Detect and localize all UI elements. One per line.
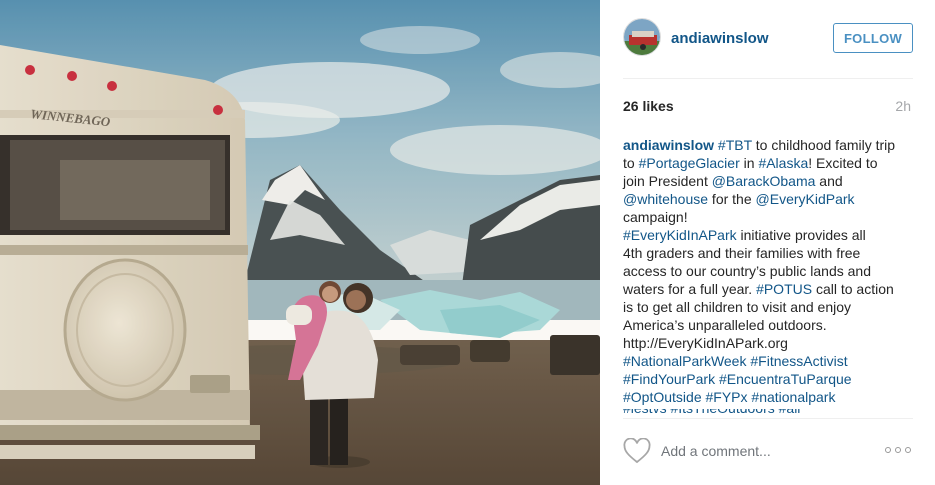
post-header: andiawinslow FOLLOW bbox=[623, 18, 913, 60]
mention-link[interactable]: @EveryKidPark bbox=[756, 191, 855, 207]
caption-line: America’s unparalleled outdoors. bbox=[623, 316, 915, 334]
header-divider bbox=[623, 78, 913, 79]
mention-link[interactable]: @BarackObama bbox=[712, 173, 816, 189]
caption-cut-text: #lestvs #ItsTheOutdoors #all bbox=[623, 409, 888, 417]
post-meta: 26 likes 2h bbox=[623, 98, 913, 116]
hashtag-link[interactable]: #nationalpark bbox=[751, 389, 835, 405]
hashtag-link[interactable]: #FindYourPark bbox=[623, 371, 715, 387]
caption-line: 4th graders and their families with free bbox=[623, 244, 915, 262]
follow-button[interactable]: FOLLOW bbox=[833, 23, 913, 53]
post-photo[interactable]: WINNEBAGO bbox=[0, 0, 600, 485]
caption-cut-line: #lestvs #ItsTheOutdoors #all bbox=[623, 409, 888, 417]
post-details-panel: andiawinslow FOLLOW 26 likes 2h andiawin… bbox=[600, 0, 935, 485]
caption-text: access to our country’s public lands and bbox=[623, 263, 871, 279]
caption-line: #EveryKidInAPark initiative provides all bbox=[623, 226, 915, 244]
post-caption: andiawinslow #TBT to childhood family tr… bbox=[623, 136, 915, 406]
more-options-icon[interactable] bbox=[885, 442, 911, 458]
hashtag-link[interactable]: #TBT bbox=[718, 137, 752, 153]
hashtag-link[interactable]: #POTUS bbox=[756, 281, 812, 297]
caption-line: is to get all children to visit and enjo… bbox=[623, 298, 915, 316]
caption-text: is to get all children to visit and enjo… bbox=[623, 299, 852, 315]
avatar[interactable] bbox=[623, 18, 661, 56]
heart-outline-icon[interactable] bbox=[623, 438, 651, 464]
comment-bar bbox=[623, 436, 913, 466]
avatar-image bbox=[624, 19, 660, 55]
caption-text: join President bbox=[623, 173, 712, 189]
username-link[interactable]: andiawinslow bbox=[671, 30, 769, 47]
caption-line: andiawinslow #TBT to childhood family tr… bbox=[623, 136, 915, 154]
caption-line: join President @BarackObama and bbox=[623, 172, 915, 190]
post-image: WINNEBAGO bbox=[0, 0, 600, 485]
caption-line: access to our country’s public lands and bbox=[623, 262, 915, 280]
caption-text: for the bbox=[708, 191, 756, 207]
hashtag-link[interactable]: #FYPx bbox=[706, 389, 748, 405]
caption-text: ! Excited to bbox=[808, 155, 878, 171]
caption-line: http://EveryKidInAPark.org bbox=[623, 334, 915, 352]
caption-text: to bbox=[623, 155, 639, 171]
caption-text: America’s unparalleled outdoors. bbox=[623, 317, 827, 333]
caption-line: waters for a full year. #POTUS call to a… bbox=[623, 280, 915, 298]
caption-text: initiative provides all bbox=[736, 227, 866, 243]
hashtag-link[interactable]: #EncuentraTuParque bbox=[719, 371, 852, 387]
hashtag-link[interactable]: #EveryKidInAPark bbox=[623, 227, 737, 243]
mention-link[interactable]: @whitehouse bbox=[623, 191, 708, 207]
caption-line: #NationalParkWeek #FitnessActivist bbox=[623, 352, 915, 370]
post-time[interactable]: 2h bbox=[895, 98, 911, 114]
caption-line: @whitehouse for the @EveryKidPark bbox=[623, 190, 915, 208]
caption-text: and bbox=[815, 173, 843, 189]
caption-line: #FindYourPark #EncuentraTuParque bbox=[623, 370, 915, 388]
hashtag-link[interactable]: #Alaska bbox=[758, 155, 808, 171]
hashtag-link[interactable]: #OptOutside bbox=[623, 389, 702, 405]
caption-text: waters for a full year. bbox=[623, 281, 757, 297]
caption-line: campaign! bbox=[623, 208, 915, 226]
comment-input[interactable] bbox=[661, 441, 871, 461]
caption-username-link[interactable]: andiawinslow bbox=[623, 137, 714, 153]
caption-text: call to action bbox=[812, 281, 894, 297]
caption-text: http://EveryKidInAPark.org bbox=[623, 335, 788, 351]
comment-divider bbox=[623, 418, 913, 419]
hashtag-link[interactable]: #PortageGlacier bbox=[639, 155, 740, 171]
hashtag-link[interactable]: #FitnessActivist bbox=[750, 353, 847, 369]
likes-count[interactable]: 26 likes bbox=[623, 98, 674, 114]
hashtag-link[interactable]: #NationalParkWeek bbox=[623, 353, 746, 369]
caption-line: #OptOutside #FYPx #nationalpark bbox=[623, 388, 915, 406]
caption-text: in bbox=[739, 155, 759, 171]
caption-text: to childhood family trip bbox=[751, 137, 896, 153]
caption-text: 4th graders and their families with free bbox=[623, 245, 861, 261]
caption-line: to #PortageGlacier in #Alaska! Excited t… bbox=[623, 154, 915, 172]
caption-text: campaign! bbox=[623, 209, 688, 225]
